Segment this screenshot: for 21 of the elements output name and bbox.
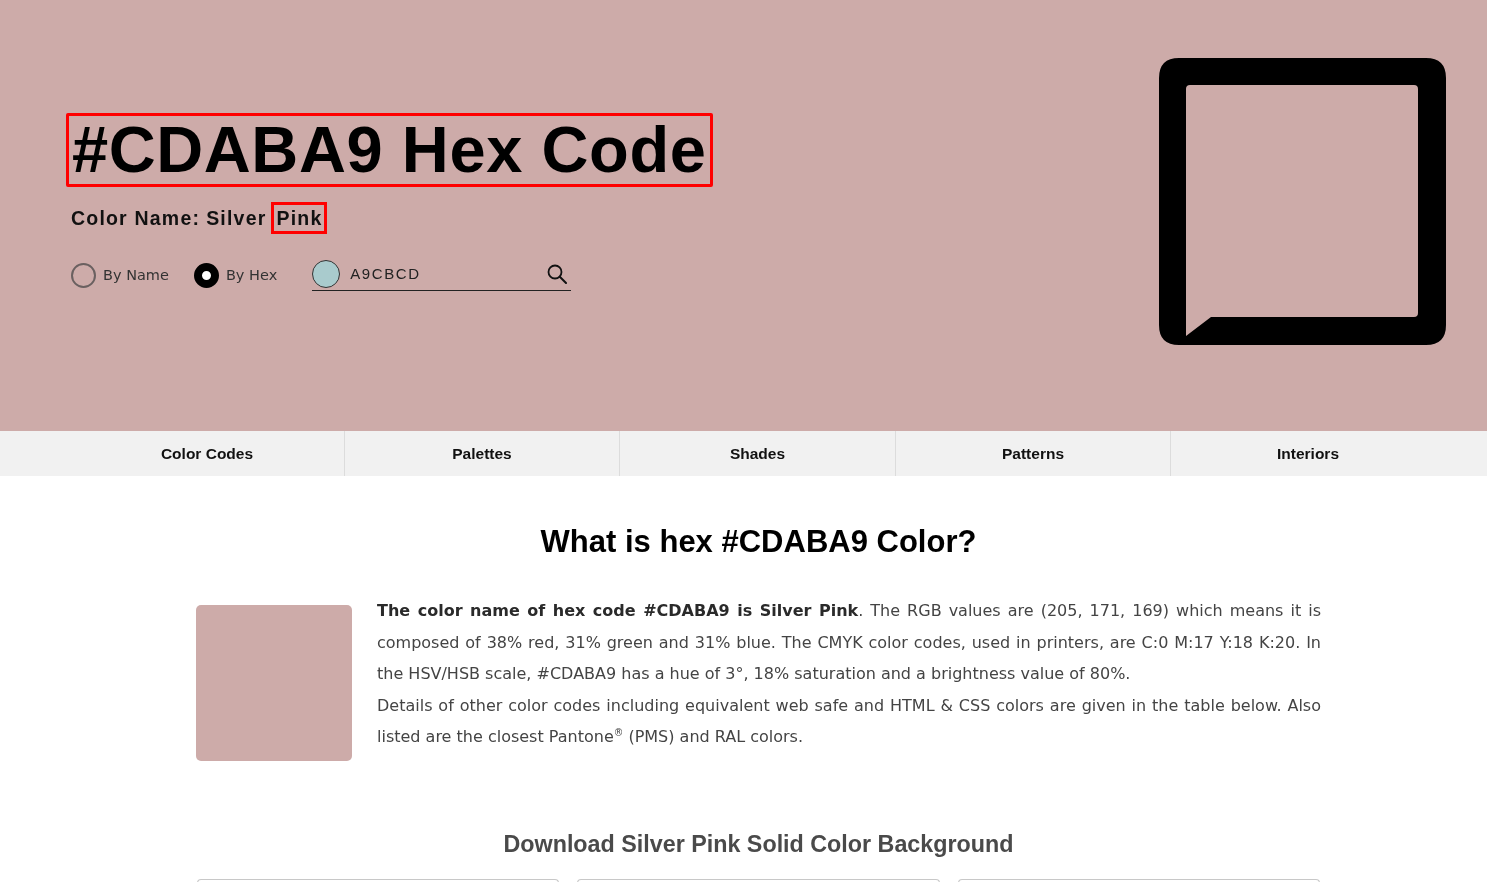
nav-tab[interactable]: Interiors — [1170, 431, 1487, 476]
nav-tab[interactable]: Palettes — [344, 431, 619, 476]
radio-icon[interactable] — [71, 262, 96, 288]
search-icon[interactable] — [547, 263, 568, 284]
description-paragraph: The color name of hex code #CDABA9 is Silver Pink. The RGB values are (205, 171, 169) which means it is composed of 38% red, 31% green and 31% blue. The CMYK color codes, used in printers, are C:0 M:17 Y:18 K:20. In the HSV/HSB scale, #CDABA9 has a hue of 3°, 18% saturation and a brightness value of 80%. — [377, 600, 1321, 685]
search-input[interactable]: A9CBCD — [350, 265, 531, 282]
description-paragraph: Details of other color codes including equivalent web safe and HTML & CSS colors are given in the table below. Also listed are the closest Pantone$^{®}$ (PMS) and RAL colors. — [377, 694, 1321, 748]
nav-tab[interactable]: Color Codes — [0, 431, 344, 476]
color-name-value: Silver — [205, 206, 268, 231]
speech-bubble-icon — [1159, 58, 1446, 345]
color-name-label: Color Name: — [71, 206, 201, 230]
color-swatch-icon — [312, 259, 341, 288]
section-heading: What is hex #CDABA9 Color? — [539, 524, 978, 560]
color-name-value: Pink — [271, 202, 328, 234]
radio-option[interactable]: By Hex — [193, 262, 278, 288]
page-title: #CDABA9 Hex Code — [66, 113, 714, 187]
nav-tab[interactable]: Patterns — [895, 431, 1170, 476]
radio-icon[interactable] — [193, 262, 219, 288]
download-heading: Download Silver Pink Solid Color Background — [502, 830, 1015, 859]
radio-option[interactable]: By Name — [71, 262, 169, 288]
nav-tab[interactable]: Shades — [619, 431, 895, 476]
